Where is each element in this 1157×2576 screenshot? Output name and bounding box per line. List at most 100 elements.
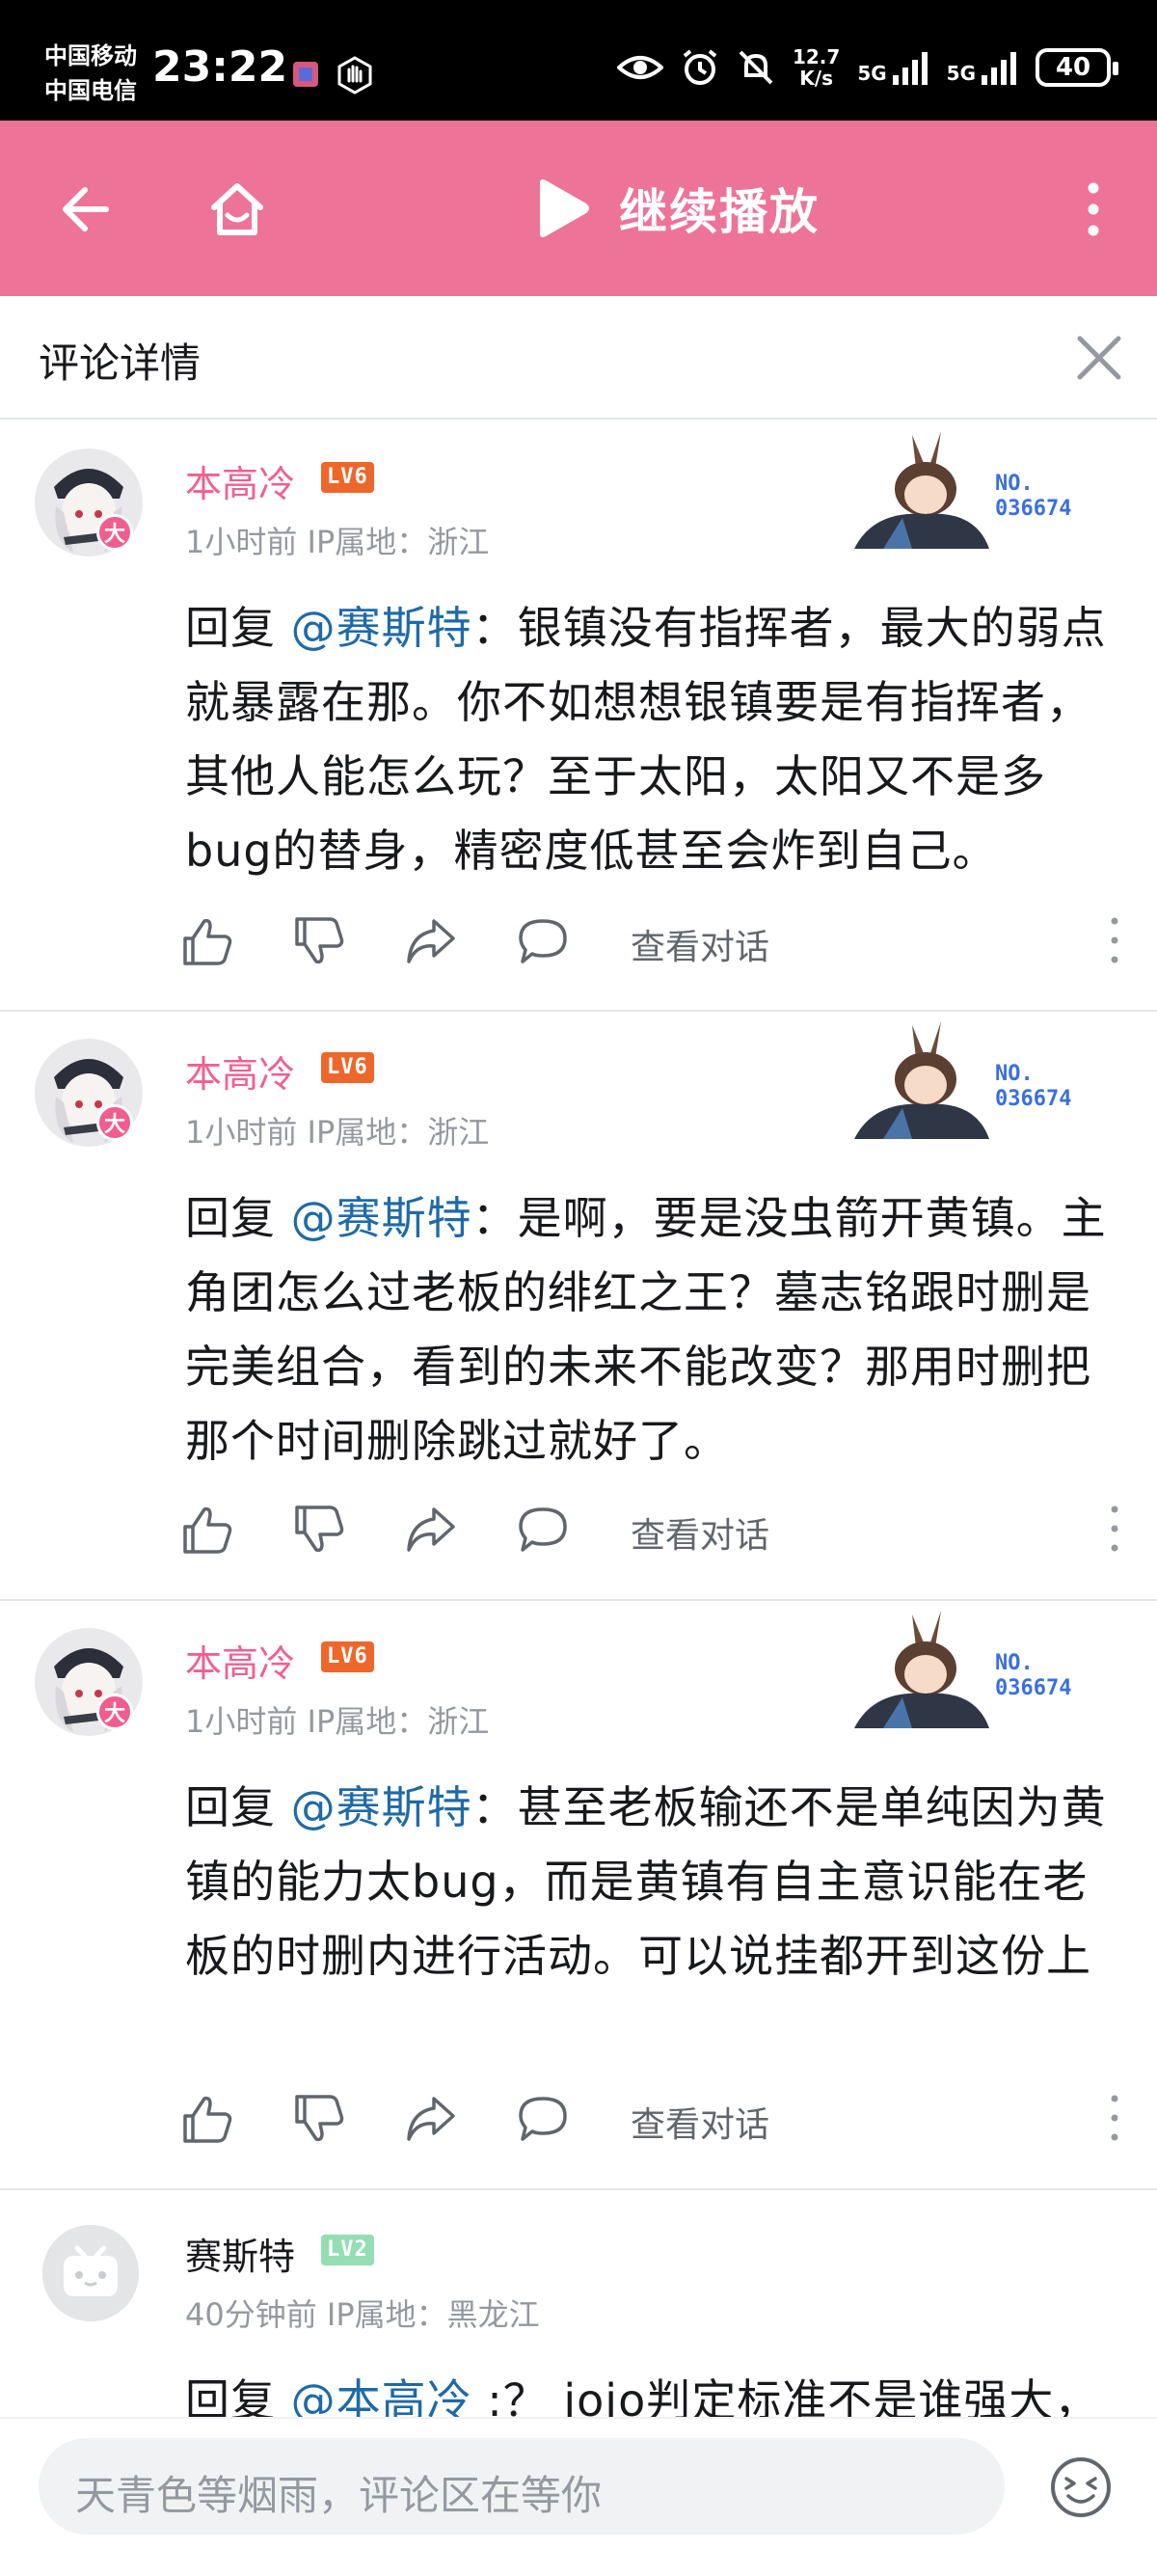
status-bar: 中国移动 中国电信 23:22 12.7 K/s 5G 5G 40 bbox=[0, 0, 1157, 121]
comment-meta: 40分钟前 IP属地：黑龙江 bbox=[185, 2291, 540, 2335]
more-vertical-icon[interactable] bbox=[1063, 178, 1124, 240]
comment-content: 回复 @赛斯特：甚至老板输还不是单纯因为黄镇的能力太bug，而是黄镇有自主意识能… bbox=[185, 1771, 1126, 1993]
eye-icon bbox=[616, 56, 663, 79]
comment-bubble-icon[interactable] bbox=[517, 1504, 569, 1556]
share-icon[interactable] bbox=[405, 1504, 457, 1556]
comment-meta: 1小时前 IP属地：浙江 bbox=[185, 518, 489, 562]
fan-card-no-value: 036674 bbox=[995, 1676, 1072, 1700]
mention-link[interactable]: @赛斯特 bbox=[291, 1781, 472, 1833]
share-icon[interactable] bbox=[405, 2093, 457, 2145]
comment-bubble-icon[interactable] bbox=[517, 2093, 569, 2145]
mention-link[interactable]: @赛斯特 bbox=[291, 602, 472, 654]
thumbs-up-icon[interactable] bbox=[181, 915, 233, 967]
thumbs-up-icon[interactable] bbox=[181, 1504, 233, 1556]
more-dots-icon[interactable] bbox=[1103, 2091, 1126, 2145]
thumbs-down-icon[interactable] bbox=[293, 2093, 345, 2145]
thumbs-down-icon[interactable] bbox=[293, 915, 345, 967]
comment-actions: 查看对话 bbox=[181, 909, 1126, 971]
more-dots-icon[interactable] bbox=[1103, 1502, 1126, 1556]
comment-input-bar: 天青色等烟雨，评论区在等你 bbox=[0, 2417, 1157, 2558]
fan-card-no-label: NO. bbox=[995, 1062, 1034, 1086]
continue-play-button[interactable]: 继续播放 bbox=[534, 174, 820, 243]
emoji-icon[interactable] bbox=[1049, 2455, 1113, 2519]
play-icon bbox=[540, 179, 589, 237]
fan-card-number: NO. 036674 bbox=[995, 1651, 1071, 1701]
comment-item: 大 本高冷 LV6 1小时前 IP属地：浙江 NO. 036674 回复 @赛斯… bbox=[0, 1601, 1157, 2190]
level-badge: LV6 bbox=[321, 1641, 374, 1672]
fan-card-no-label: NO. bbox=[995, 1651, 1034, 1675]
username[interactable]: 本高冷 bbox=[185, 1044, 295, 1098]
view-conversation-link[interactable]: 查看对话 bbox=[631, 1507, 769, 1558]
comment-detail-header: 评论详情 bbox=[0, 296, 1157, 420]
alarm-icon bbox=[683, 49, 717, 85]
comment-content: 回复 @赛斯特：是啊，要是没虫箭开黄镇。主角团怎么过老板的绯红之王？墓志铭跟时删… bbox=[185, 1181, 1126, 1478]
comment-time: 1小时前 bbox=[185, 524, 298, 560]
battery-indicator: 40 bbox=[1036, 48, 1118, 87]
close-icon[interactable] bbox=[1068, 327, 1130, 389]
fan-card-image[interactable] bbox=[845, 429, 989, 549]
thumbs-down-icon[interactable] bbox=[293, 1504, 345, 1556]
username[interactable]: 本高冷 bbox=[185, 1634, 295, 1687]
comment-item: 大 本高冷 LV6 1小时前 IP属地：浙江 NO. 036674 回复 @赛斯… bbox=[0, 1012, 1157, 1601]
comment-content: 回复 @赛斯特：银镇没有指挥者，最大的弱点就暴露在那。你不如想想银镇要是有指挥者… bbox=[185, 591, 1126, 888]
more-dots-icon[interactable] bbox=[1103, 913, 1126, 967]
share-icon[interactable] bbox=[405, 915, 457, 967]
comment-ip: IP属地：浙江 bbox=[307, 1114, 490, 1151]
comment-ip: IP属地：黑龙江 bbox=[326, 2296, 540, 2333]
home-icon[interactable] bbox=[206, 178, 268, 240]
status-time: 23:22 bbox=[152, 42, 288, 92]
avatar-badge: 大 bbox=[96, 514, 133, 551]
comment-input[interactable]: 天青色等烟雨，评论区在等你 bbox=[39, 2438, 1005, 2535]
username[interactable]: 赛斯特 bbox=[185, 2227, 295, 2280]
fan-card-no-label: NO. bbox=[995, 472, 1034, 496]
comment-time: 1小时前 bbox=[185, 1114, 298, 1151]
signal-bars-icon bbox=[982, 52, 1016, 85]
comment-list: 大 本高冷 LV6 1小时前 IP属地：浙江 NO. 036674 回复 @赛斯… bbox=[0, 421, 1157, 2576]
default-tv-avatar-icon bbox=[42, 2225, 139, 2321]
comment-ip: IP属地：浙江 bbox=[307, 1703, 490, 1740]
fan-card-no-value: 036674 bbox=[995, 1087, 1072, 1111]
signal-2: 5G bbox=[947, 50, 1018, 85]
signal-2-label: 5G bbox=[946, 62, 976, 85]
comment-actions: 查看对话 bbox=[181, 1498, 1126, 1559]
comment-item: 大 本高冷 LV6 1小时前 IP属地：浙江 NO. 036674 回复 @赛斯… bbox=[0, 421, 1157, 1012]
comment-time: 1小时前 bbox=[185, 1703, 298, 1740]
thumbs-up-icon[interactable] bbox=[181, 2093, 233, 2145]
username[interactable]: 本高冷 bbox=[185, 454, 295, 507]
view-conversation-link[interactable]: 查看对话 bbox=[631, 919, 769, 969]
reply-prefix: 回复 bbox=[185, 1192, 291, 1244]
network-speed-unit: K/s bbox=[799, 67, 833, 90]
panel-title: 评论详情 bbox=[39, 339, 202, 387]
reply-prefix: 回复 bbox=[185, 602, 291, 654]
comment-meta: 1小时前 IP属地：浙江 bbox=[185, 1108, 489, 1152]
comment-actions: 查看对话 bbox=[181, 2087, 1126, 2149]
carrier-1: 中国移动 bbox=[44, 42, 137, 69]
fan-card-number: NO. 036674 bbox=[995, 1062, 1071, 1112]
carrier-names: 中国移动 中国电信 bbox=[44, 39, 137, 108]
signal-1-label: 5G bbox=[857, 62, 887, 85]
view-conversation-link[interactable]: 查看对话 bbox=[631, 2097, 769, 2147]
continue-play-label: 继续播放 bbox=[619, 184, 820, 240]
mention-link[interactable]: @赛斯特 bbox=[291, 1192, 472, 1244]
avatar-badge: 大 bbox=[96, 1104, 133, 1141]
avatar[interactable] bbox=[42, 2225, 139, 2321]
comment-bubble-icon[interactable] bbox=[517, 915, 569, 967]
comment-ip: IP属地：浙江 bbox=[307, 524, 490, 560]
notification-app-icon bbox=[293, 62, 318, 87]
avatar-badge: 大 bbox=[96, 1694, 133, 1730]
fan-card-number: NO. 036674 bbox=[995, 472, 1071, 522]
back-arrow-icon[interactable] bbox=[56, 178, 118, 240]
comment-meta: 1小时前 IP属地：浙江 bbox=[185, 1697, 489, 1742]
level-badge: LV2 bbox=[321, 2235, 374, 2265]
signal-1: 5G bbox=[857, 50, 928, 85]
carrier-2: 中国电信 bbox=[44, 77, 137, 104]
comment-input-placeholder: 天青色等烟雨，评论区在等你 bbox=[75, 2472, 603, 2519]
fan-card-no-value: 036674 bbox=[995, 497, 1072, 521]
fan-card-image[interactable] bbox=[845, 1019, 989, 1139]
fan-card-image[interactable] bbox=[845, 1609, 989, 1728]
network-speed-value: 12.7 bbox=[792, 45, 841, 68]
network-speed: 12.7 K/s bbox=[793, 46, 840, 89]
level-badge: LV6 bbox=[321, 462, 374, 493]
signal-bars-icon bbox=[892, 52, 928, 85]
status-right: 12.7 K/s 5G 5G 40 bbox=[616, 46, 1118, 89]
